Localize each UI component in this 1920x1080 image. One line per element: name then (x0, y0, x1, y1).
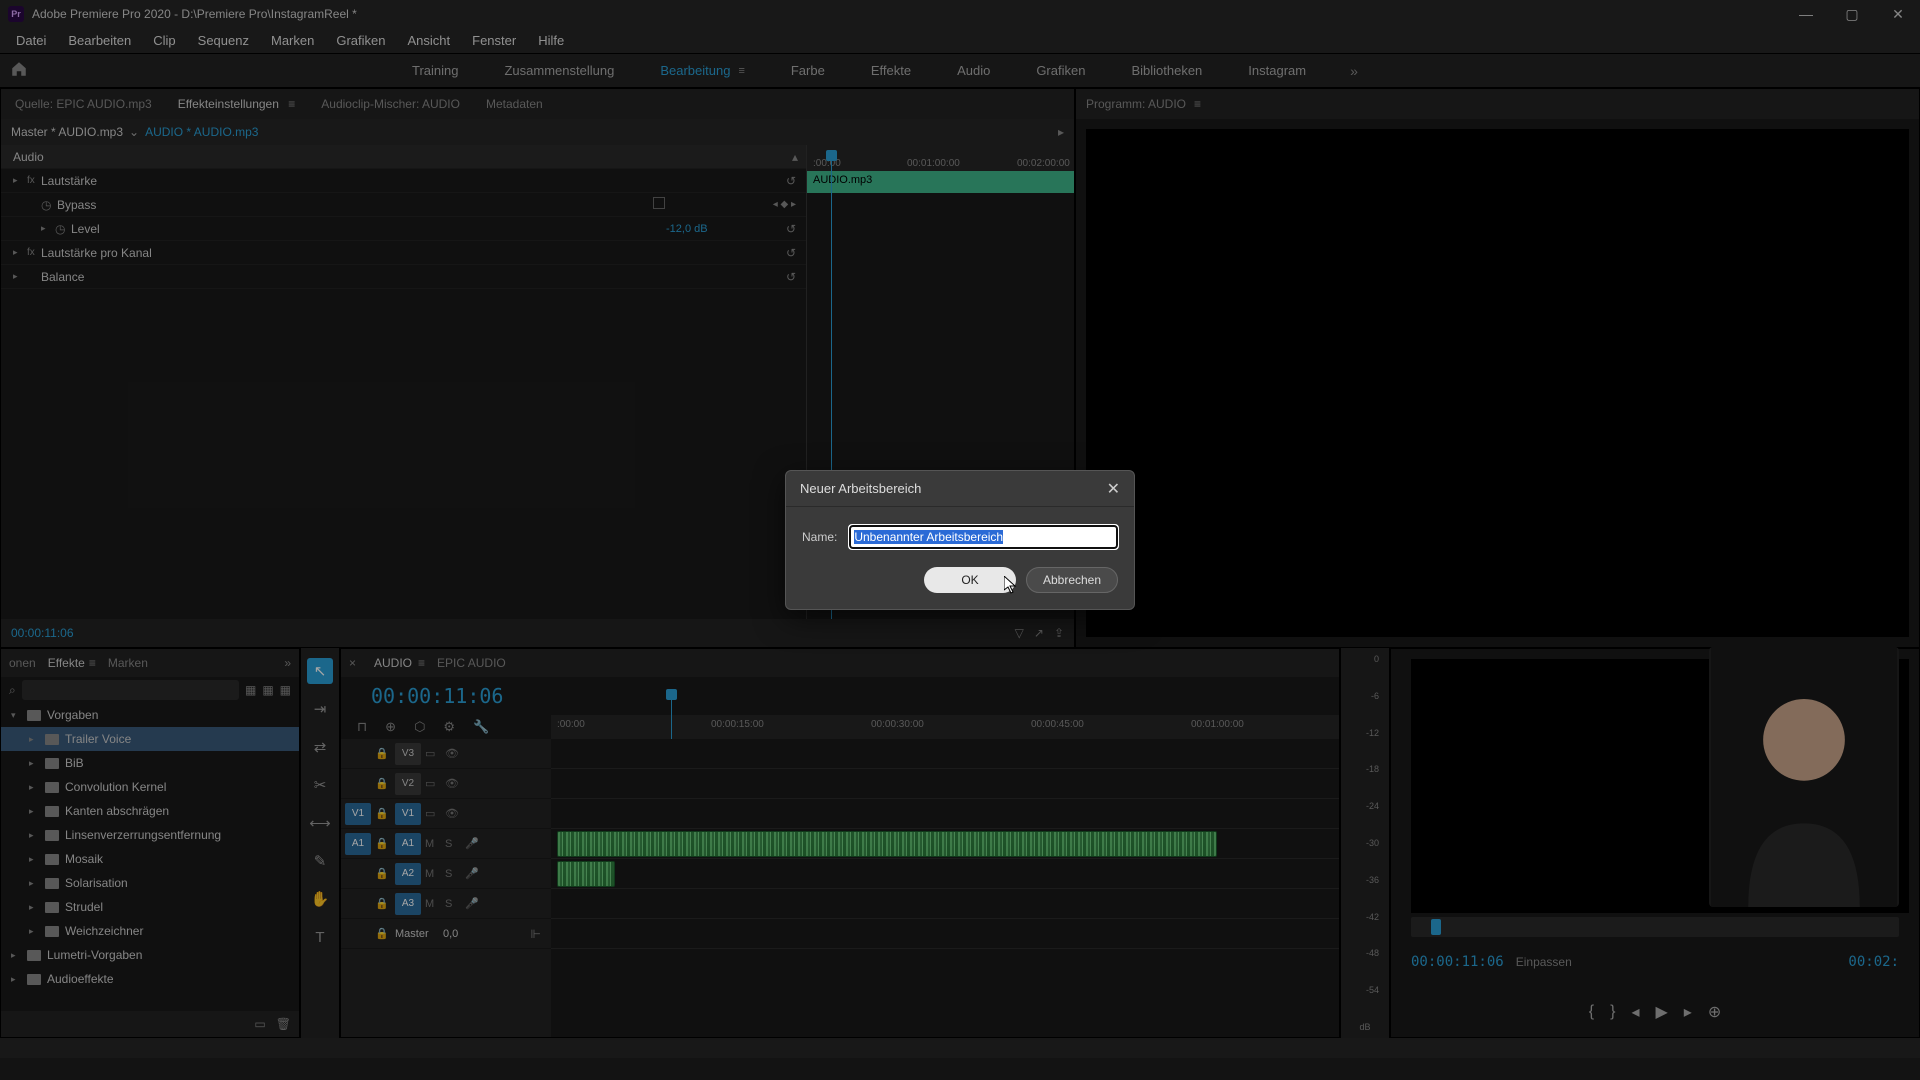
workspace-name-input[interactable] (849, 525, 1118, 549)
new-workspace-dialog: Neuer Arbeitsbereich ✕ Name: OK Abbreche… (785, 470, 1135, 610)
modal-overlay: Neuer Arbeitsbereich ✕ Name: OK Abbreche… (0, 0, 1920, 1080)
cancel-button[interactable]: Abbrechen (1026, 567, 1118, 593)
dialog-title: Neuer Arbeitsbereich (800, 481, 921, 496)
name-label: Name: (802, 530, 837, 544)
close-icon[interactable]: ✕ (1107, 479, 1120, 499)
ok-button[interactable]: OK (924, 567, 1016, 593)
